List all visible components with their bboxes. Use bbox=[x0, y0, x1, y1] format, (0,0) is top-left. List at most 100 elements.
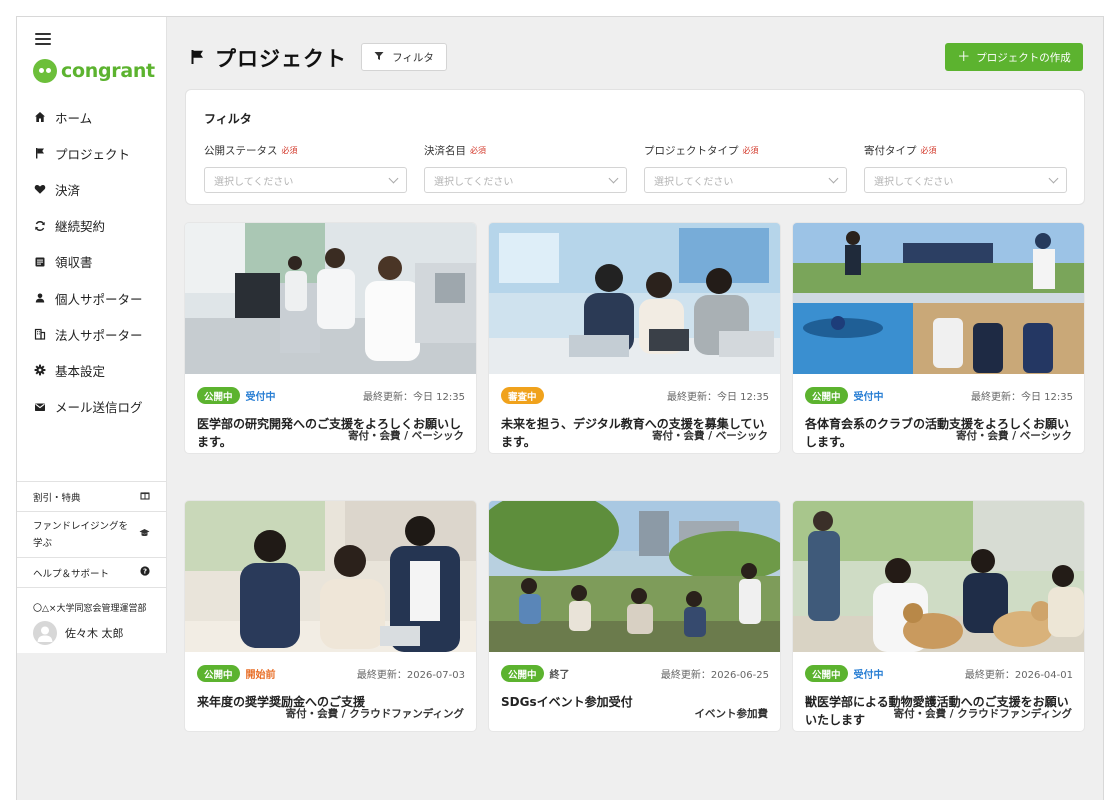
avatar bbox=[33, 621, 57, 645]
sidebar-item-label: メール送信ログ bbox=[55, 400, 143, 416]
plus-icon: ＋ bbox=[957, 49, 971, 65]
filter-icon bbox=[374, 51, 384, 64]
project-type-label: イベント参加費 bbox=[694, 708, 769, 720]
publish-status-select[interactable]: 選択してください bbox=[204, 167, 407, 193]
sidebar-link-learn-fundraising[interactable]: ファンドレイジングを学ぶ bbox=[17, 512, 166, 558]
project-card[interactable]: 公開中 受付中 最終更新：2026-04-01 獣医学部による動物愛護活動へのご… bbox=[793, 501, 1084, 731]
sidebar-item-individual-supporters[interactable]: 個人サポーター bbox=[17, 280, 166, 316]
filter-panel: フィルタ 公開ステータス 必須 選択してください 決済名目 必須 選択してください … bbox=[185, 89, 1085, 205]
required-mark: 必須 bbox=[742, 145, 759, 155]
sidebar-item-receipts[interactable]: 領収書 bbox=[17, 244, 166, 280]
sidebar-sub-links: 割引・特典 ファンドレイジングを学ぶ ヘルプ＆サポート ? bbox=[17, 481, 166, 588]
sidebar-item-label: 継続契約 bbox=[55, 219, 106, 235]
building-icon bbox=[33, 328, 46, 341]
chevron-down-icon bbox=[388, 173, 399, 183]
last-updated: 最終更新：今日 12:35 bbox=[667, 392, 769, 403]
status-badge: 公開中 bbox=[805, 387, 848, 404]
receipt-icon bbox=[33, 255, 46, 268]
sdgs-event-photo bbox=[489, 501, 780, 652]
laboratory-photo bbox=[185, 223, 476, 374]
user-menu[interactable]: 佐々木 太郎 bbox=[33, 621, 124, 645]
app-window: congrant ホーム プロジェクト 決済 継続契約 領収書 個人サポーター … bbox=[16, 16, 1104, 800]
page-header: プロジェクト bbox=[189, 43, 347, 73]
last-updated: 最終更新：2026-06-25 bbox=[660, 670, 769, 681]
sidebar-item-label: 基本設定 bbox=[55, 363, 106, 379]
filter-panel-heading: フィルタ bbox=[204, 112, 252, 126]
gear-icon bbox=[33, 364, 46, 377]
sidebar-nav: ホーム プロジェクト 決済 継続契約 領収書 個人サポーター 法人サポーター 基… bbox=[17, 99, 166, 425]
filter-button-label: フィルタ bbox=[392, 51, 434, 64]
user-name: 佐々木 太郎 bbox=[65, 627, 124, 640]
project-card[interactable]: 公開中 受付中 最終更新：今日 12:35 各体育会系のクラブの活動支援をよろし… bbox=[793, 223, 1084, 453]
field-label: 決済名目 bbox=[424, 144, 466, 157]
sidebar-link-discounts[interactable]: 割引・特典 bbox=[17, 482, 166, 512]
flag-icon bbox=[189, 49, 205, 68]
field-label: 公開ステータス bbox=[204, 144, 278, 157]
chevron-down-icon bbox=[828, 173, 839, 183]
sidebar-item-projects[interactable]: プロジェクト bbox=[17, 135, 166, 171]
project-type-label: 寄付・会費 / ベーシック bbox=[652, 430, 768, 442]
sidebar-item-mail-log[interactable]: メール送信ログ bbox=[17, 389, 166, 425]
home-icon bbox=[33, 111, 46, 124]
select-placeholder: 選択してください bbox=[434, 176, 514, 188]
sidebar-item-corporate-supporters[interactable]: 法人サポーター bbox=[17, 316, 166, 352]
heart-icon bbox=[33, 183, 46, 196]
status-badge: 審査中 bbox=[501, 387, 544, 404]
sidebar-item-recurring[interactable]: 継続契約 bbox=[17, 208, 166, 244]
filter-field-donation-type: 寄付タイプ 必須 選択してください bbox=[864, 143, 1067, 193]
project-type-label: 寄付・会費 / ベーシック bbox=[348, 430, 464, 442]
mail-icon bbox=[33, 400, 46, 413]
main-content: プロジェクト フィルタ ＋ プロジェクトの作成 フィルタ 公開ステータス 必須 選… bbox=[167, 17, 1103, 800]
sidebar-item-settings[interactable]: 基本設定 bbox=[17, 352, 166, 388]
required-mark: 必須 bbox=[281, 145, 298, 155]
veterinary-dogs-photo bbox=[793, 501, 1084, 652]
filter-field-publish-status: 公開ステータス 必須 選択してください bbox=[204, 143, 407, 193]
refresh-icon bbox=[33, 219, 46, 232]
project-card[interactable]: 公開中 終了 最終更新：2026-06-25 SDGsイベント参加受付 イベント… bbox=[489, 501, 780, 731]
person-icon bbox=[33, 292, 46, 305]
status-badge: 公開中 bbox=[501, 665, 544, 682]
sidebar-item-label: 個人サポーター bbox=[55, 291, 143, 307]
students-study-photo bbox=[185, 501, 476, 652]
create-project-label: プロジェクトの作成 bbox=[976, 51, 1071, 64]
sidebar-item-home[interactable]: ホーム bbox=[17, 99, 166, 135]
sidebar-item-label: 領収書 bbox=[55, 255, 93, 271]
field-label: プロジェクトタイプ bbox=[644, 144, 739, 157]
sidebar-link-label: 割引・特典 bbox=[33, 492, 81, 504]
project-type-label: 寄付・会費 / クラウドファンディング bbox=[285, 708, 464, 720]
last-updated: 最終更新：今日 12:35 bbox=[971, 392, 1073, 403]
last-updated: 最終更新：2026-07-03 bbox=[356, 670, 465, 681]
sidebar-item-label: 決済 bbox=[55, 182, 81, 198]
reception-status: 受付中 bbox=[853, 670, 884, 681]
sidebar-link-help[interactable]: ヘルプ＆サポート ? bbox=[17, 558, 166, 588]
project-type-label: 寄付・会費 / クラウドファンディング bbox=[893, 708, 1072, 720]
project-card[interactable]: 公開中 開始前 最終更新：2026-07-03 来年度の奨学奨励金へのご支援 寄… bbox=[185, 501, 476, 731]
payment-purpose-select[interactable]: 選択してください bbox=[424, 167, 627, 193]
filter-field-project-type: プロジェクトタイプ 必須 選択してください bbox=[644, 143, 847, 193]
sidebar-link-label: ヘルプ＆サポート bbox=[33, 568, 110, 580]
reception-status: 終了 bbox=[549, 670, 570, 681]
sidebar: congrant ホーム プロジェクト 決済 継続契約 領収書 個人サポーター … bbox=[17, 17, 167, 653]
project-type-select[interactable]: 選択してください bbox=[644, 167, 847, 193]
last-updated: 最終更新：2026-04-01 bbox=[964, 670, 1073, 681]
project-card[interactable]: 公開中 受付中 最終更新：今日 12:35 医学部の研究開発へのご支援をよろしく… bbox=[185, 223, 476, 453]
field-label: 寄付タイプ bbox=[864, 144, 917, 157]
svg-text:?: ? bbox=[143, 568, 147, 576]
donation-type-select[interactable]: 選択してください bbox=[864, 167, 1067, 193]
reception-status: 開始前 bbox=[245, 670, 276, 681]
gift-icon bbox=[140, 490, 150, 503]
organization-name: 〇△×大学同窓会管理運営部 bbox=[33, 604, 147, 614]
project-card[interactable]: 審査中 最終更新：今日 12:35 未来を担う、デジタル教育への支援を募集してい… bbox=[489, 223, 780, 453]
flag-icon bbox=[33, 147, 46, 160]
help-icon: ? bbox=[140, 566, 150, 579]
project-type-label: 寄付・会費 / ベーシック bbox=[956, 430, 1072, 442]
logo[interactable]: congrant bbox=[33, 59, 155, 83]
logo-text: congrant bbox=[61, 60, 155, 82]
select-placeholder: 選択してください bbox=[214, 176, 294, 188]
filter-button[interactable]: フィルタ bbox=[361, 43, 447, 71]
sidebar-item-payments[interactable]: 決済 bbox=[17, 171, 166, 207]
select-placeholder: 選択してください bbox=[654, 176, 734, 188]
menu-icon[interactable] bbox=[35, 33, 51, 45]
create-project-button[interactable]: ＋ プロジェクトの作成 bbox=[945, 43, 1083, 71]
required-mark: 必須 bbox=[470, 145, 486, 155]
